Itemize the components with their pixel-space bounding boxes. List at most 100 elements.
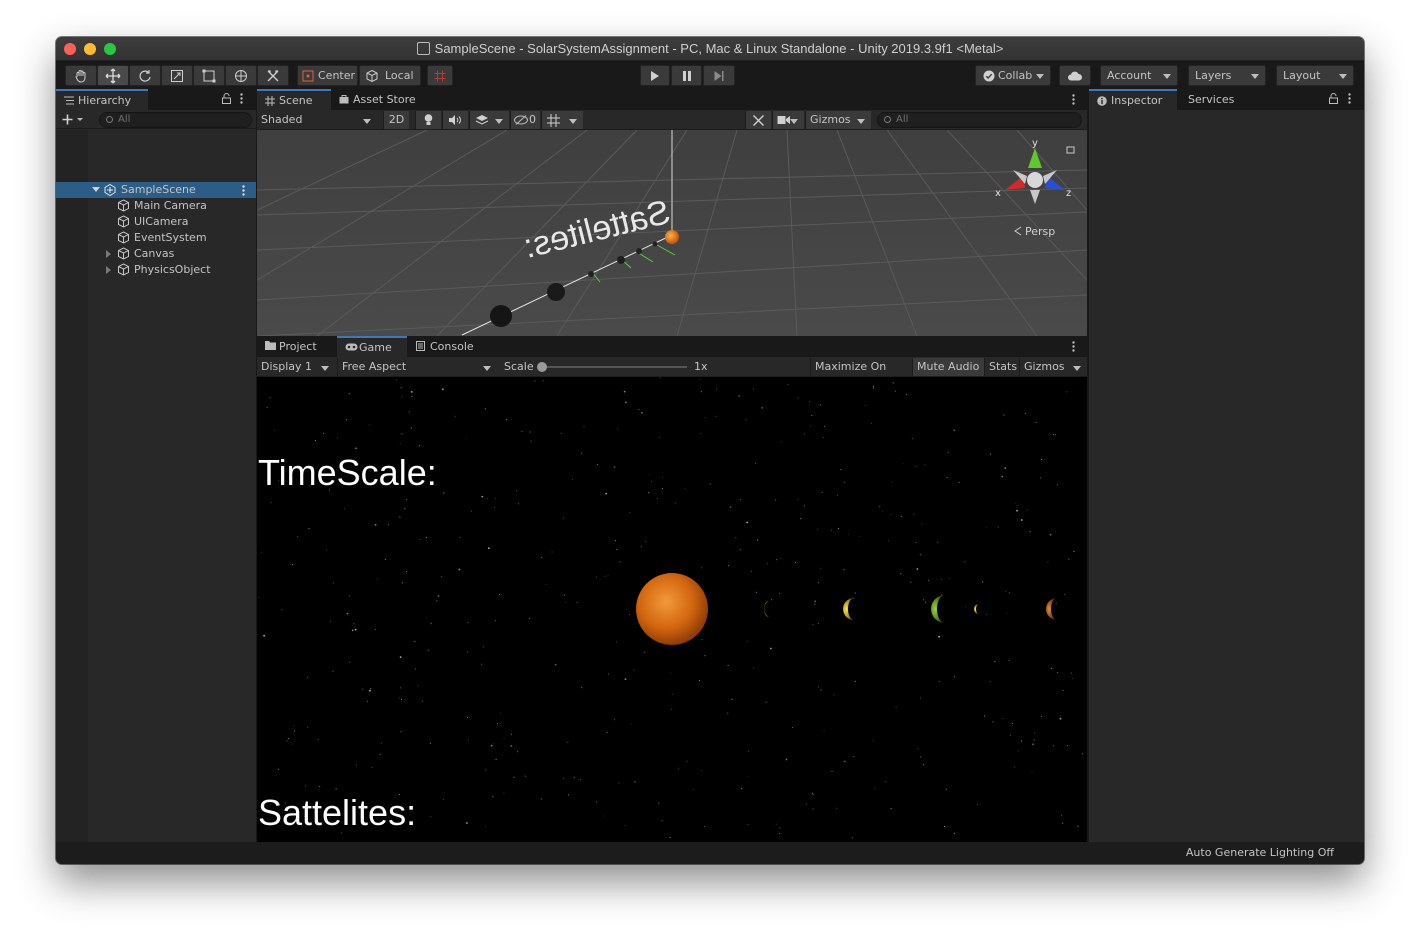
stats-toggle[interactable]: Stats — [984, 358, 1018, 376]
star — [467, 651, 469, 653]
collab-dropdown[interactable]: Collab — [975, 65, 1051, 86]
tab-console[interactable]: Console — [408, 336, 498, 357]
play-icon — [651, 70, 659, 81]
star — [297, 536, 298, 538]
star — [506, 419, 507, 420]
star — [618, 782, 620, 784]
mode-2d-toggle[interactable]: 2D — [383, 111, 409, 129]
scale-slider-thumb[interactable] — [537, 362, 547, 372]
tab-game[interactable]: Game — [337, 336, 407, 357]
star — [787, 384, 789, 385]
star — [513, 776, 515, 778]
maximize-on-play-toggle[interactable]: Maximize On Play — [810, 358, 910, 391]
star — [792, 727, 793, 728]
tab-inspector[interactable]: Inspector — [1089, 89, 1177, 110]
inspector-lock-icon[interactable] — [1329, 93, 1338, 104]
star — [634, 781, 636, 783]
star — [704, 655, 706, 657]
star — [795, 562, 797, 563]
star — [844, 760, 846, 762]
camera-icon — [777, 116, 790, 124]
camera-dropdown[interactable] — [772, 111, 804, 129]
star — [871, 422, 873, 424]
pivot-local-button[interactable]: Local — [359, 65, 421, 86]
hierarchy-item[interactable]: Main Camera — [56, 198, 256, 214]
star — [362, 688, 364, 690]
tab-project[interactable]: Project — [257, 336, 337, 357]
hierarchy-scene-row[interactable]: SampleScene — [56, 182, 256, 198]
game-gizmos-dropdown[interactable]: Gizmos — [1019, 358, 1087, 376]
cloud-button[interactable] — [1059, 65, 1091, 86]
mute-audio-toggle[interactable]: Mute Audio — [912, 358, 984, 376]
star — [1059, 717, 1062, 720]
tab-hierarchy[interactable]: Hierarchy — [56, 89, 148, 110]
collapsed-arrow-icon[interactable] — [106, 266, 111, 274]
rect-tool-button[interactable] — [193, 65, 225, 86]
tab-scene[interactable]: Scene — [257, 89, 331, 110]
shading-mode-dropdown[interactable]: Shaded — [257, 111, 377, 129]
custom-tool-button[interactable] — [257, 65, 289, 86]
aspect-dropdown[interactable]: Free Aspect — [337, 358, 497, 376]
star — [1033, 739, 1035, 741]
scene-kebab-icon[interactable] — [1072, 94, 1075, 105]
gameobject-cube-icon — [118, 215, 129, 228]
effects-dropdown[interactable] — [469, 111, 509, 129]
star — [812, 794, 814, 796]
star — [994, 661, 996, 662]
star — [890, 514, 892, 516]
star — [384, 558, 386, 560]
star — [1066, 391, 1068, 393]
scene-tools-button[interactable] — [745, 111, 771, 129]
star — [644, 651, 646, 653]
scale-tool-button[interactable] — [161, 65, 193, 86]
tab-services[interactable]: Services — [1179, 89, 1259, 110]
game-viewport[interactable]: TimeScale: Sattelites: — [257, 377, 1087, 842]
rotate-tool-button[interactable] — [129, 65, 161, 86]
star — [608, 673, 609, 675]
star — [746, 521, 748, 524]
layout-dropdown[interactable]: Layout — [1276, 65, 1354, 86]
hand-tool-button[interactable] — [65, 65, 97, 86]
star — [837, 494, 839, 496]
pivot-center-button[interactable]: Center — [297, 65, 358, 86]
hierarchy-item[interactable]: Canvas — [56, 246, 256, 262]
scale-slider-track[interactable] — [541, 366, 687, 368]
divider[interactable] — [1087, 89, 1089, 842]
audio-toggle[interactable] — [442, 111, 468, 129]
star — [817, 528, 819, 530]
move-tool-button[interactable] — [97, 65, 129, 86]
inspector-panel: Inspector Services — [1089, 89, 1364, 842]
star — [305, 785, 306, 787]
scene-search-input[interactable]: All — [877, 112, 1082, 128]
hierarchy-item[interactable]: EventSystem — [56, 230, 256, 246]
add-create-icon[interactable] — [62, 114, 84, 125]
scene-viewport[interactable]: Sattelites: y x z Persp — [257, 130, 1087, 336]
grid-snap-dropdown[interactable] — [541, 111, 583, 129]
game-kebab-icon[interactable] — [1072, 341, 1075, 352]
kebab-menu-icon[interactable] — [240, 93, 243, 104]
tab-asset-store[interactable]: Asset Store — [331, 89, 421, 110]
lock-icon[interactable] — [222, 93, 231, 104]
account-dropdown[interactable]: Account — [1100, 65, 1178, 86]
collapsed-arrow-icon[interactable] — [106, 250, 111, 258]
transform-tool-button[interactable] — [225, 65, 257, 86]
hierarchy-search-input[interactable]: All — [99, 112, 252, 128]
layers-dropdown[interactable]: Layers — [1188, 65, 1266, 86]
snap-grid-button[interactable] — [427, 65, 453, 86]
star — [765, 701, 767, 703]
divider[interactable] — [256, 89, 257, 842]
inspector-kebab-icon[interactable] — [1348, 93, 1351, 104]
scene-kebab-icon[interactable] — [242, 185, 245, 196]
lighting-toggle[interactable] — [415, 111, 441, 129]
scene-sun-sphere[interactable] — [665, 230, 679, 244]
pause-button[interactable] — [671, 65, 702, 86]
star — [1016, 509, 1018, 512]
hidden-objects-toggle[interactable]: 0 — [510, 111, 540, 129]
play-button[interactable] — [640, 65, 670, 86]
hierarchy-item[interactable]: UICamera — [56, 214, 256, 230]
display-dropdown[interactable]: Display 1 — [257, 358, 335, 376]
scene-gizmos-dropdown[interactable]: Gizmos — [805, 111, 871, 129]
star — [419, 538, 421, 540]
hierarchy-item[interactable]: PhysicsObject — [56, 262, 256, 278]
step-button[interactable] — [703, 65, 735, 86]
